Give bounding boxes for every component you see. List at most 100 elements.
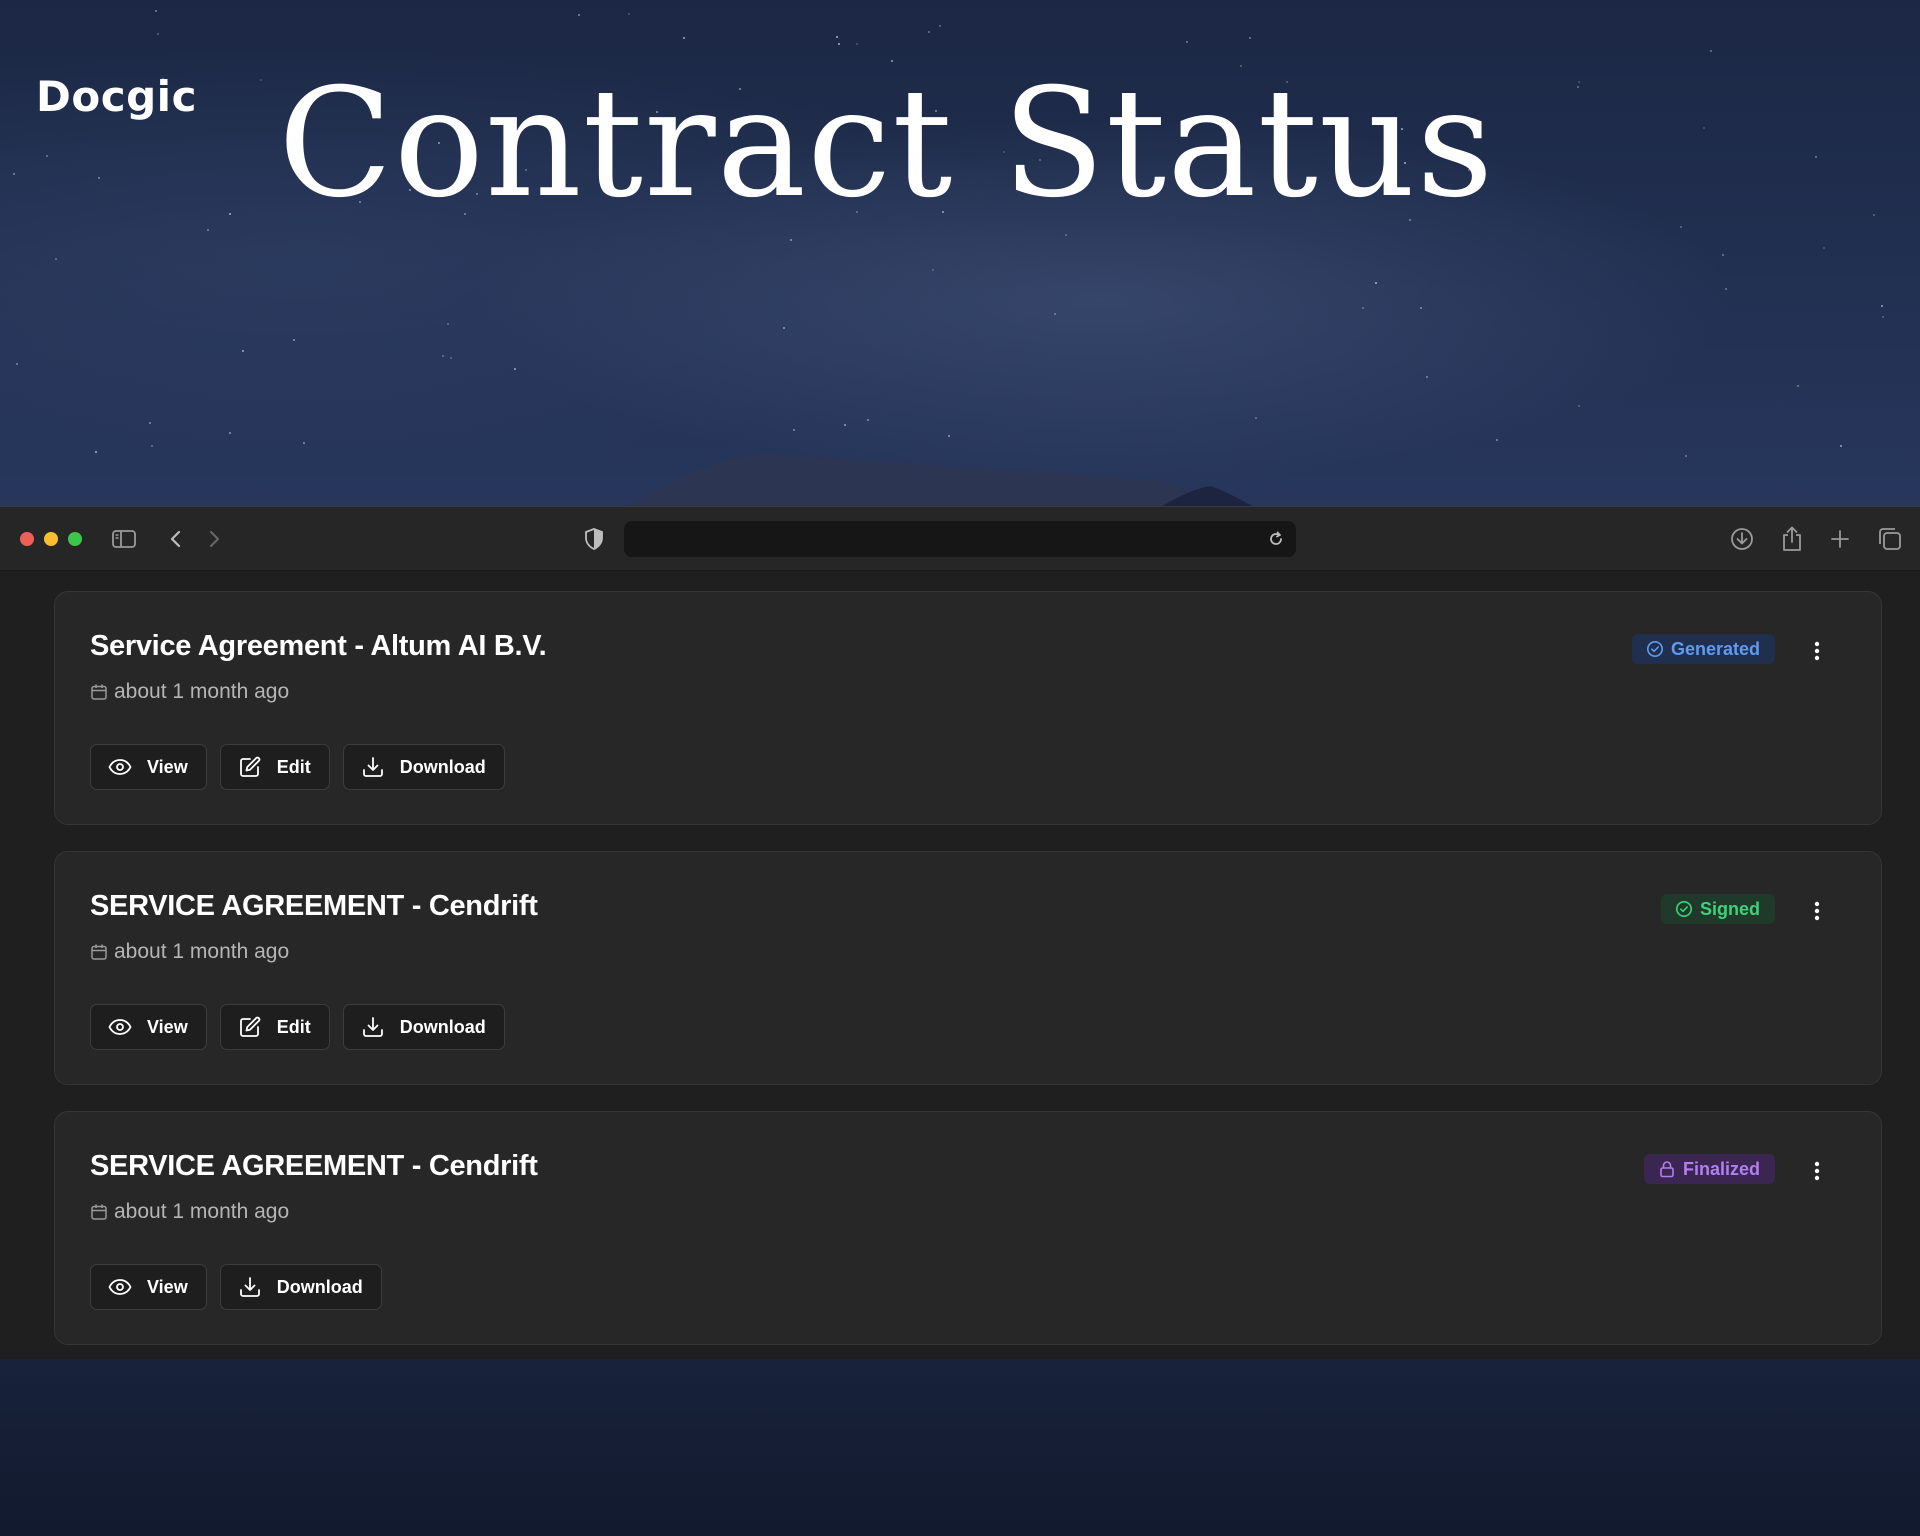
new-tab-icon[interactable]: [1826, 525, 1854, 553]
star: [783, 327, 785, 329]
share-icon[interactable]: [1778, 525, 1806, 553]
browser-toolbar: [0, 507, 1920, 571]
star: [1249, 37, 1251, 39]
star: [293, 339, 295, 341]
star: [1054, 313, 1056, 315]
star: [836, 36, 838, 38]
star: [55, 258, 57, 260]
star: [856, 43, 858, 45]
star: [1577, 86, 1579, 88]
status-badge-label: Generated: [1670, 638, 1760, 659]
status-badge: Finalized: [1643, 1154, 1775, 1184]
download-icon: [360, 1014, 386, 1040]
star: [1680, 226, 1682, 228]
contract-actions: View Edit Download: [90, 744, 505, 790]
contract-title: Service Agreement - Altum AI B.V.: [90, 630, 547, 662]
more-options-icon[interactable]: [1805, 1156, 1829, 1186]
star: [932, 269, 934, 271]
star: [447, 323, 449, 325]
star: [578, 14, 580, 16]
contract-title: SERVICE AGREEMENT - Cendrift: [90, 890, 538, 922]
address-bar[interactable]: [624, 521, 1296, 557]
close-window-button[interactable]: [20, 532, 34, 546]
star: [1823, 247, 1825, 249]
star: [1873, 214, 1875, 216]
reload-icon[interactable]: [1262, 525, 1290, 553]
brand-logo: Docgic: [36, 72, 197, 121]
edit-button[interactable]: Edit: [219, 744, 330, 790]
star: [13, 173, 15, 175]
download-button[interactable]: Download: [342, 1004, 505, 1050]
check-circle-icon: [1646, 641, 1663, 657]
star: [793, 429, 795, 431]
status-badge-label: Signed: [1699, 898, 1760, 919]
star: [948, 435, 950, 437]
star: [1815, 156, 1817, 158]
star: [242, 350, 244, 352]
download-button[interactable]: Download: [219, 1264, 382, 1310]
star: [1420, 307, 1422, 309]
downloads-icon[interactable]: [1728, 525, 1756, 553]
star: [1797, 385, 1799, 387]
star: [16, 363, 18, 365]
status-badge-label: Finalized: [1682, 1158, 1760, 1179]
edit-button[interactable]: Edit: [219, 1004, 330, 1050]
contract-title: SERVICE AGREEMENT - Cendrift: [90, 1150, 538, 1182]
edit-button-label: Edit: [276, 1016, 311, 1037]
lock-icon: [1660, 1161, 1674, 1178]
more-options-icon[interactable]: [1805, 636, 1829, 666]
edit-button-label: Edit: [276, 756, 311, 777]
star: [229, 432, 231, 434]
sidebar-icon[interactable]: [110, 525, 138, 553]
edit-icon: [237, 754, 263, 780]
star: [844, 424, 846, 426]
contract-card: SERVICE AGREEMENT - Cendrift about 1 mon…: [54, 851, 1882, 1085]
view-button-label: View: [147, 756, 188, 777]
status-badge: Generated: [1631, 634, 1775, 664]
more-options-icon[interactable]: [1805, 896, 1829, 926]
contract-actions: View Edit Download: [90, 1004, 505, 1050]
star: [46, 155, 48, 157]
contract-date: about 1 month ago: [90, 940, 289, 964]
download-button-label: Download: [276, 1276, 363, 1297]
zoom-window-button[interactable]: [68, 532, 82, 546]
download-button[interactable]: Download: [342, 744, 505, 790]
view-button-label: View: [147, 1276, 188, 1297]
star: [1578, 405, 1580, 407]
view-button[interactable]: View: [90, 1004, 207, 1050]
contract-card: Service Agreement - Altum AI B.V. about …: [54, 591, 1882, 825]
dune-foreground: [0, 1356, 1920, 1536]
contract-date: about 1 month ago: [90, 1200, 289, 1224]
star: [157, 33, 159, 35]
star: [155, 10, 157, 12]
tab-overview-icon[interactable]: [1876, 525, 1904, 553]
contract-card: SERVICE AGREEMENT - Cendrift about 1 mon…: [54, 1111, 1882, 1345]
contract-actions: View Download: [90, 1264, 382, 1310]
star: [1426, 376, 1428, 378]
download-icon: [360, 754, 386, 780]
view-button[interactable]: View: [90, 1264, 207, 1310]
page-title: Contract Status: [278, 57, 1495, 231]
status-badge: Signed: [1660, 894, 1775, 924]
star: [1725, 288, 1727, 290]
browser-window: Service Agreement - Altum AI B.V. about …: [0, 506, 1920, 1359]
star: [442, 355, 444, 357]
back-icon[interactable]: [162, 525, 190, 553]
view-button[interactable]: View: [90, 744, 207, 790]
calendar-icon: [91, 944, 107, 960]
privacy-shield-icon[interactable]: [580, 525, 608, 553]
contract-list: Service Agreement - Altum AI B.V. about …: [0, 571, 1920, 1359]
star: [1722, 254, 1724, 256]
star: [867, 419, 869, 421]
download-button-label: Download: [399, 756, 486, 777]
star: [790, 239, 792, 241]
star: [1710, 50, 1712, 52]
forward-icon[interactable]: [200, 525, 228, 553]
edit-icon: [237, 1014, 263, 1040]
star: [98, 177, 100, 179]
eye-icon: [107, 1274, 133, 1300]
star: [628, 13, 630, 15]
minimize-window-button[interactable]: [44, 532, 58, 546]
eye-icon: [107, 754, 133, 780]
calendar-icon: [91, 684, 107, 700]
